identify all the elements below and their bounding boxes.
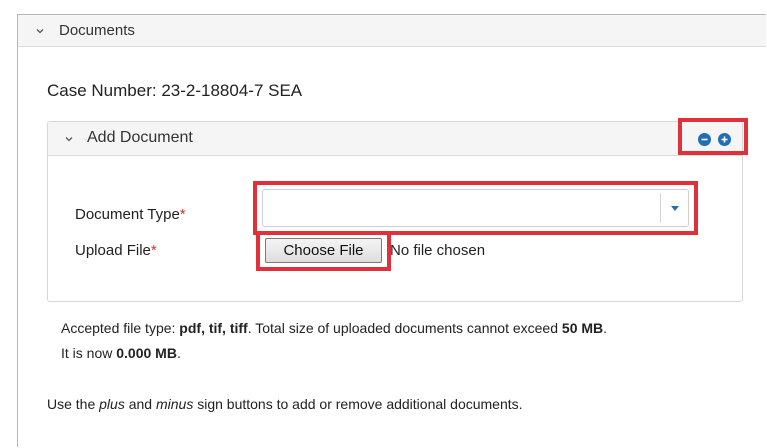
select-divider [660, 193, 661, 223]
document-type-label: Document Type* [75, 206, 186, 223]
no-file-chosen-text: No file chosen [390, 242, 486, 259]
chevron-down-icon[interactable] [63, 133, 75, 145]
note-and: and [124, 396, 156, 412]
now-prefix: It is now [61, 345, 117, 361]
accepted-types: pdf, tif, tiff [179, 320, 248, 336]
caret-down-icon[interactable] [671, 206, 679, 211]
required-marker: * [179, 206, 186, 223]
add-document-panel-header[interactable]: Add Document [48, 122, 742, 156]
note-plus: plus [99, 396, 125, 412]
document-type-select[interactable] [262, 189, 689, 227]
now-suffix: . [176, 345, 181, 361]
required-marker: * [150, 242, 157, 259]
current-size: 0.000 MB [116, 345, 177, 361]
chevron-down-icon[interactable] [34, 25, 46, 37]
max-size: 50 MB [561, 320, 604, 336]
documents-panel-header[interactable]: Documents [18, 15, 766, 47]
note-minus: minus [155, 396, 194, 412]
documents-panel-title: Documents [59, 22, 135, 39]
add-document-panel-title: Add Document [87, 129, 193, 146]
upload-file-label-text: Upload File [75, 242, 151, 259]
plus-minus-note: Use the plus and minus sign buttons to a… [47, 396, 523, 412]
accepted-after-max: . [603, 320, 608, 336]
accepted-file-info: Accepted file type: pdf, tif, tiff. Tota… [61, 316, 761, 366]
remove-document-button[interactable] [698, 133, 711, 146]
plus-circle-icon [721, 136, 728, 143]
accepted-prefix: Accepted file type: [61, 320, 180, 336]
note-suffix: sign buttons to add or remove additional… [193, 396, 523, 412]
note-prefix: Use the [47, 396, 100, 412]
accepted-mid: . Total size of uploaded documents canno… [247, 320, 562, 336]
document-type-label-text: Document Type [75, 206, 180, 223]
case-number: Case Number: 23-2-18804-7 SEA [47, 81, 303, 100]
add-document-button[interactable] [718, 133, 731, 146]
choose-file-button[interactable]: Choose File [265, 238, 382, 263]
minus-circle-icon [701, 138, 708, 141]
upload-file-label: Upload File* [75, 242, 157, 259]
